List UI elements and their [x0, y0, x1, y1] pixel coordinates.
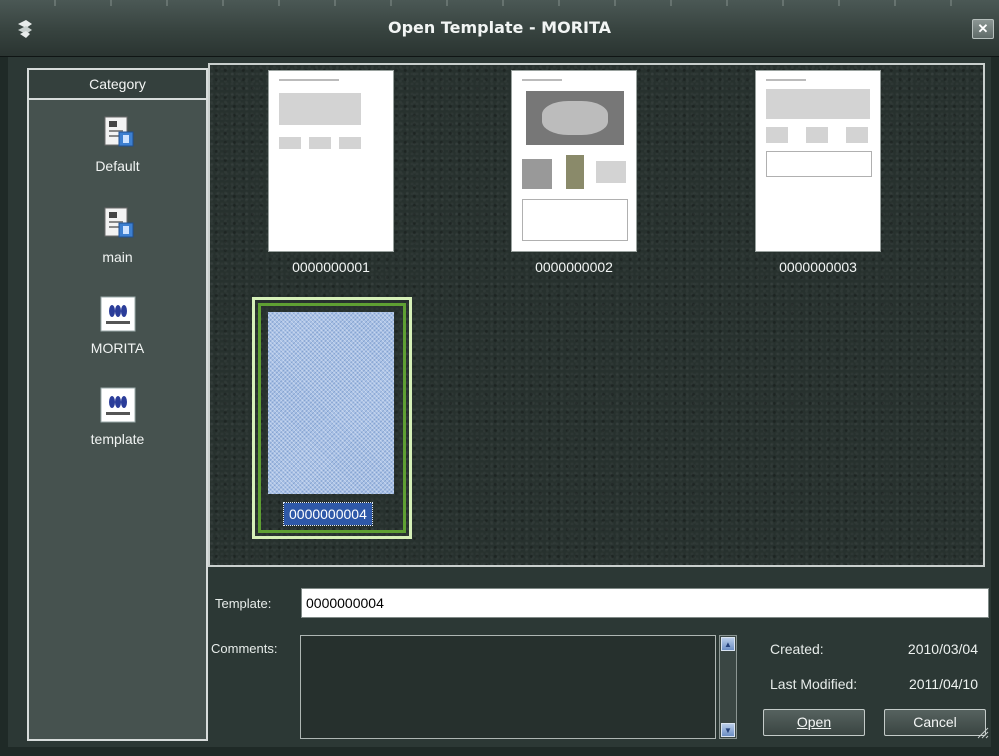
template-thumbnail[interactable]: 0000000003: [755, 70, 881, 275]
created-label: Created:: [770, 641, 824, 657]
comments-textarea[interactable]: [300, 635, 716, 739]
scroll-down-button[interactable]: ▼: [721, 723, 735, 737]
category-item-template[interactable]: template: [29, 387, 206, 447]
template-name: 0000000002: [535, 259, 613, 275]
template-preview: [755, 70, 881, 252]
created-value: 2010/03/04: [907, 641, 978, 657]
template-preview: [511, 70, 637, 252]
morita-logo-icon: [100, 387, 135, 423]
template-preview: [268, 70, 394, 252]
category-label: MORITA: [90, 340, 145, 356]
category-item-main[interactable]: main: [29, 205, 206, 265]
close-button[interactable]: ✕: [972, 19, 994, 39]
category-label: template: [90, 431, 145, 447]
window-title: Open Template - MORITA: [387, 18, 612, 37]
category-panel: Category Default main MORITA template: [27, 68, 208, 741]
template-label: Template:: [215, 596, 272, 611]
ruler-ticks: [0, 0, 999, 6]
template-name-input[interactable]: 0000000004: [301, 588, 989, 618]
last-modified-value: 2011/04/10: [908, 676, 978, 692]
template-name: 0000000001: [292, 259, 370, 275]
template-name: 0000000003: [779, 259, 857, 275]
category-label: Default: [95, 158, 140, 174]
template-gallery[interactable]: 0000000001 0000000002 0000000003 0000000…: [208, 63, 985, 567]
scroll-up-button[interactable]: ▲: [721, 637, 735, 651]
template-thumbnail[interactable]: 0000000002: [511, 70, 637, 275]
template-thumbnail-selected[interactable]: 0000000004: [252, 297, 412, 539]
template-preview: [268, 312, 394, 494]
resize-grip-icon[interactable]: [975, 725, 989, 739]
cancel-button[interactable]: Cancel: [884, 709, 986, 736]
comments-scrollbar[interactable]: ▲ ▼: [719, 635, 737, 739]
template-name[interactable]: 0000000004: [283, 502, 373, 526]
category-label: main: [102, 249, 133, 265]
morita-logo-icon: [100, 296, 135, 332]
document-icon: [104, 207, 133, 238]
last-modified-label: Last Modified:: [770, 676, 858, 692]
open-button[interactable]: Open: [763, 709, 865, 736]
category-item-default[interactable]: Default: [29, 114, 206, 174]
open-button-label: Open: [796, 714, 832, 730]
title-bar[interactable]: Open Template - MORITA ✕: [0, 0, 999, 57]
comments-label: Comments:: [211, 641, 278, 656]
category-item-morita[interactable]: MORITA: [29, 296, 206, 356]
template-thumbnail[interactable]: 0000000001: [268, 70, 394, 275]
category-header: Category: [29, 70, 206, 100]
dialog-body: Category Default main MORITA template 00…: [8, 57, 991, 747]
document-icon: [104, 116, 133, 147]
